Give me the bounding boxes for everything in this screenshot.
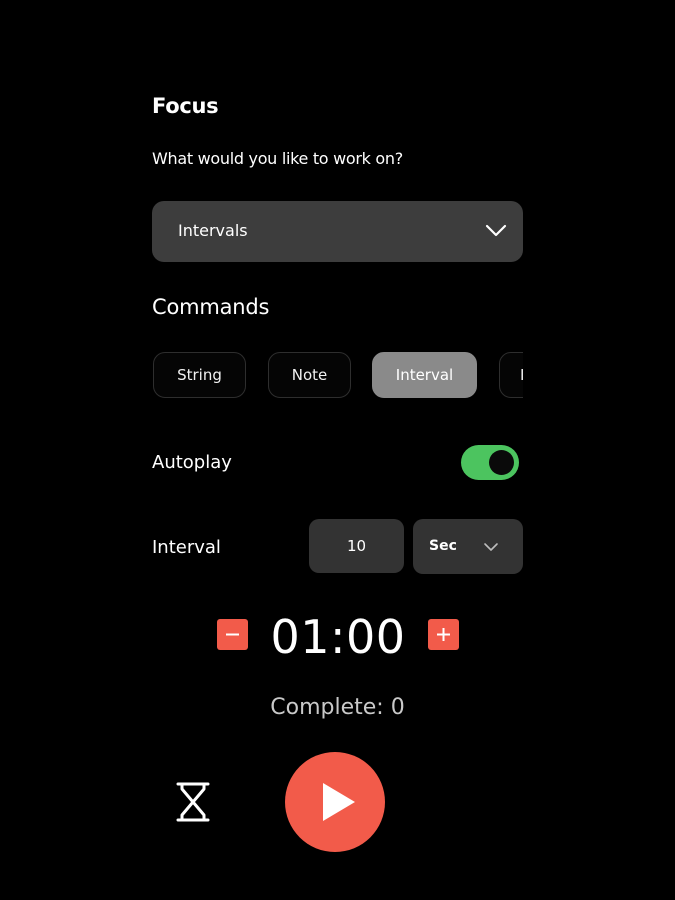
autoplay-toggle[interactable] — [461, 445, 519, 480]
commands-chip-list[interactable]: String Note Interval I — [152, 352, 523, 400]
increment-button[interactable] — [428, 619, 459, 650]
command-chip-partial[interactable]: I — [499, 352, 523, 398]
play-icon — [323, 783, 355, 821]
chevron-down-icon — [485, 224, 507, 237]
timer-display: 01:00 — [270, 610, 406, 664]
autoplay-label: Autoplay — [152, 452, 232, 473]
interval-label: Interval — [152, 537, 221, 558]
complete-count: Complete: 0 — [270, 695, 405, 720]
decrement-button[interactable] — [217, 619, 248, 650]
chevron-down-icon — [484, 543, 498, 551]
focus-select-value: Intervals — [178, 221, 248, 240]
hourglass-icon[interactable] — [173, 780, 213, 824]
interval-unit-select[interactable]: Sec — [413, 519, 523, 574]
plus-icon — [437, 628, 450, 641]
toggle-knob — [489, 450, 514, 475]
focus-prompt: What would you like to work on? — [152, 149, 403, 168]
commands-label: Commands — [152, 295, 270, 319]
command-chip-string[interactable]: String — [153, 352, 246, 398]
play-button[interactable] — [285, 752, 385, 852]
minus-icon — [226, 633, 239, 636]
command-chip-interval[interactable]: Interval — [372, 352, 477, 398]
focus-select[interactable]: Intervals — [152, 201, 523, 262]
interval-value-input[interactable]: 10 — [309, 519, 404, 573]
page-title: Focus — [152, 94, 219, 118]
interval-unit-value: Sec — [429, 538, 457, 554]
command-chip-note[interactable]: Note — [268, 352, 351, 398]
